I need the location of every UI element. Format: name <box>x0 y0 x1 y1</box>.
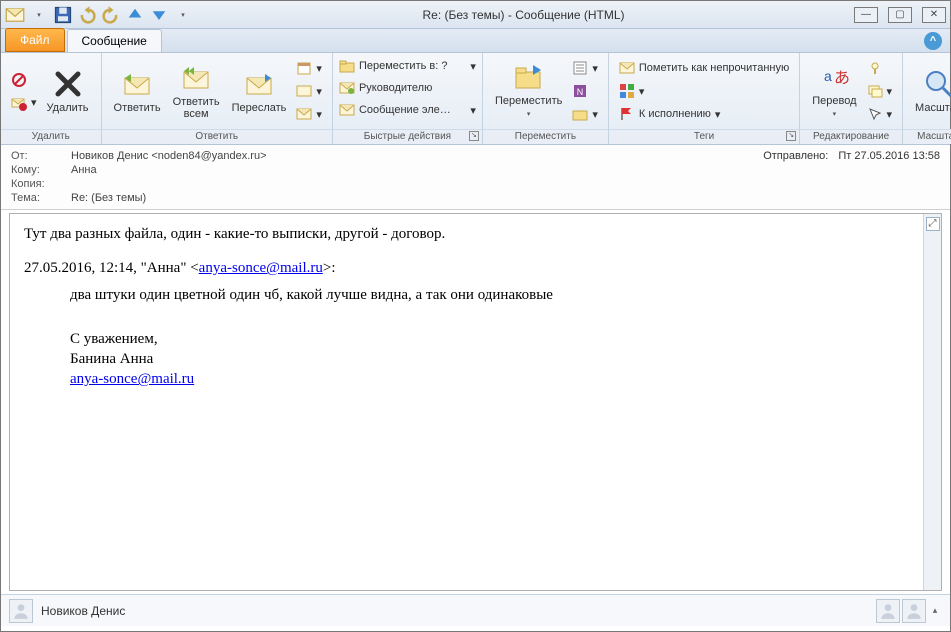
outlook-app-icon[interactable] <box>5 5 25 25</box>
signature-email-link[interactable]: anya-sonce@mail.ru <box>70 371 194 387</box>
tab-message[interactable]: Сообщение <box>67 29 162 52</box>
to-value: Анна <box>71 164 97 176</box>
group-label-move: Переместить <box>483 129 608 144</box>
delete-button[interactable]: Удалить <box>41 66 95 116</box>
qat-customize-icon[interactable]: ▾ <box>173 5 193 25</box>
actions-button[interactable]: ▾ <box>568 103 602 125</box>
group-tags: Пометить как непрочитанную ▾ К исполнени… <box>609 53 800 144</box>
zoom-button[interactable]: Масштаб <box>909 66 951 116</box>
quickstep-manager[interactable]: Руководителю <box>335 77 480 99</box>
quote-line: два штуки один цветной один чб, какой лу… <box>70 285 927 305</box>
group-label-zoom: Масштаб <box>903 129 951 144</box>
group-zoom: Масштаб Масштаб <box>903 53 951 144</box>
message-body-container: Тут два разных файла, один - какие-то вы… <box>9 213 942 591</box>
next-item-icon[interactable] <box>149 5 169 25</box>
subject-value: Re: (Без темы) <box>71 192 146 204</box>
redo-icon[interactable] <box>101 5 121 25</box>
group-delete: ▾ Удалить Удалить <box>1 53 102 144</box>
message-header: От: Новиков Денис <noden84@yandex.ru> От… <box>1 145 950 210</box>
group-label-quicksteps: Быстрые действия↘ <box>333 129 482 144</box>
group-label-tags: Теги↘ <box>609 129 799 144</box>
maximize-button[interactable]: ▢ <box>888 7 912 23</box>
follow-up-button[interactable]: К исполнению▾ <box>615 103 793 125</box>
categorize-button[interactable]: ▾ <box>615 80 793 102</box>
from-value: Новиков Денис <noden84@yandex.ru> <box>71 150 267 162</box>
ribbon-help-icon[interactable]: ^ <box>924 32 942 50</box>
svg-text:N: N <box>577 87 584 97</box>
undo-icon[interactable] <box>77 5 97 25</box>
group-respond: Ответить Ответить всем Переслать ▾ ▾ ▾ О… <box>102 53 333 144</box>
group-move: Переместить▾ ▾ N ▾ Переместить <box>483 53 609 144</box>
window-controls: ― ▢ ✕ <box>854 7 946 23</box>
message-body[interactable]: Тут два разных файла, один - какие-то вы… <box>10 214 941 590</box>
meeting-reply-button[interactable]: ▾ <box>292 57 326 79</box>
from-label: От: <box>11 150 71 162</box>
to-label: Кому: <box>11 164 71 176</box>
reply-button[interactable]: Ответить <box>108 66 167 116</box>
qat-dropdown-icon[interactable]: ▾ <box>29 5 49 25</box>
rules-button[interactable]: ▾ <box>568 57 602 79</box>
cc-label: Копия: <box>11 178 71 190</box>
tags-launcher-icon[interactable]: ↘ <box>786 131 796 141</box>
ribbon: ▾ Удалить Удалить Ответить Ответить всем… <box>1 53 950 145</box>
svg-text:a: a <box>824 68 832 84</box>
people-pane-expand-icon[interactable]: ▴ <box>928 599 942 623</box>
quote-header: 27.05.2016, 12:14, "Анна" <anya-sonce@ma… <box>24 258 927 278</box>
contact-avatar[interactable] <box>902 599 926 623</box>
quickstep-move-to[interactable]: Переместить в: ?▾ <box>335 55 480 77</box>
move-button[interactable]: Переместить▾ <box>489 59 568 123</box>
forward-button[interactable]: Переслать <box>226 66 293 116</box>
sent-label: Отправлено: <box>763 150 828 162</box>
previous-item-icon[interactable] <box>125 5 145 25</box>
junk-button[interactable]: ▾ <box>7 92 41 114</box>
save-icon[interactable] <box>53 5 73 25</box>
body-line: Тут два разных файла, один - какие-то вы… <box>24 224 927 244</box>
signature: С уважением, Банина Анна anya-sonce@mail… <box>70 329 927 390</box>
zoom-rail: ⤢ <box>923 214 941 590</box>
close-button[interactable]: ✕ <box>922 7 946 23</box>
select-button[interactable]: ▾ <box>863 103 897 125</box>
group-quicksteps: Переместить в: ?▾ Руководителю Сообщение… <box>333 53 483 144</box>
people-pane: Новиков Денис ▴ <box>1 594 950 626</box>
more-respond-button[interactable]: ▾ <box>292 103 326 125</box>
group-label-editing: Редактирование <box>800 129 902 144</box>
contact-avatar[interactable] <box>876 599 900 623</box>
minimize-button[interactable]: ― <box>854 7 878 23</box>
tab-file[interactable]: Файл <box>5 28 65 52</box>
group-editing: aあ Перевод▾ ▾ ▾ Редактирование <box>800 53 903 144</box>
group-label-respond: Ответить <box>102 129 332 144</box>
quicksteps-launcher-icon[interactable]: ↘ <box>469 131 479 141</box>
im-reply-button[interactable]: ▾ <box>292 80 326 102</box>
mark-unread-button[interactable]: Пометить как непрочитанную <box>615 57 793 79</box>
sender-name: Новиков Денис <box>41 604 125 618</box>
translate-button[interactable]: aあ Перевод▾ <box>806 59 862 123</box>
quickstep-team-email[interactable]: Сообщение эле…▾ <box>335 99 480 121</box>
related-button[interactable]: ▾ <box>863 80 897 102</box>
sent-value: Пт 27.05.2016 13:58 <box>838 150 940 162</box>
ribbon-tab-row: Файл Сообщение ^ <box>1 29 950 53</box>
svg-text:あ: あ <box>834 69 850 87</box>
reply-all-button[interactable]: Ответить всем <box>167 60 226 122</box>
title-bar: ▾ ▾ Re: (Без темы) - Сообщение (HTML) ― … <box>1 1 950 29</box>
find-button[interactable] <box>863 57 897 79</box>
zoom-indicator-icon[interactable]: ⤢ <box>926 217 940 231</box>
subject-label: Тема: <box>11 192 71 204</box>
quote-email-link[interactable]: anya-sonce@mail.ru <box>199 260 323 276</box>
group-label-delete: Удалить <box>1 129 101 144</box>
onenote-button[interactable]: N <box>568 80 602 102</box>
window-title: Re: (Без темы) - Сообщение (HTML) <box>193 8 854 22</box>
quick-access-toolbar: ▾ ▾ <box>5 5 193 25</box>
quote-block: два штуки один цветной один чб, какой лу… <box>70 285 927 390</box>
ignore-button[interactable] <box>7 69 41 91</box>
sender-avatar[interactable] <box>9 599 33 623</box>
